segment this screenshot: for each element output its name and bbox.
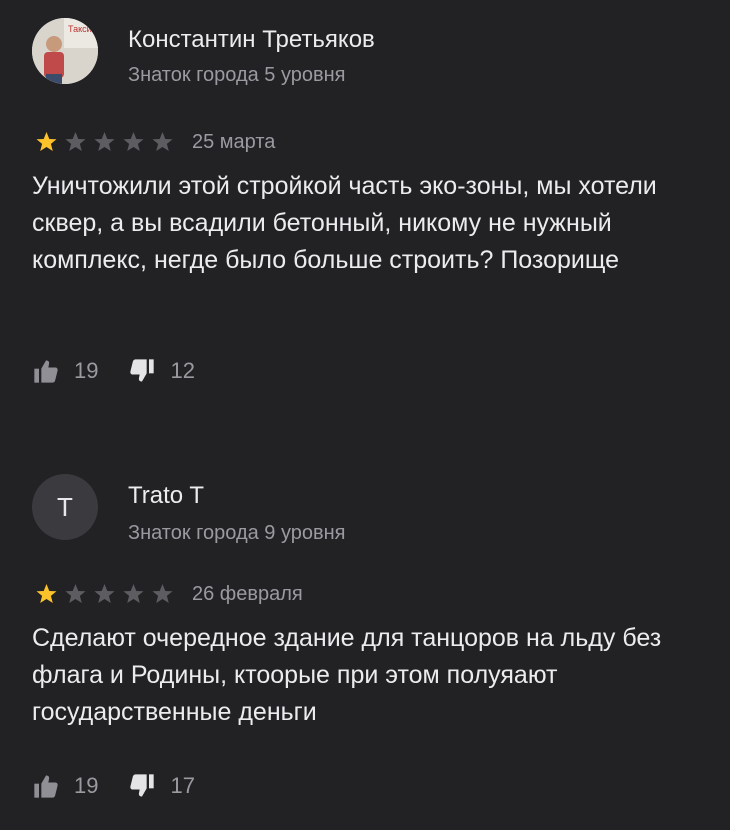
review-text: Уничтожили этой стройкой часть эко-зоны,…: [32, 172, 657, 274]
star-empty-icon: [152, 132, 173, 151]
star-empty-icon: [152, 584, 173, 603]
star-filled-icon: [36, 132, 57, 151]
star-empty-icon: [123, 132, 144, 151]
like-count: 19: [74, 358, 99, 383]
avatar-photo: Такси: [32, 18, 98, 84]
author-name[interactable]: Константин Третьяков: [128, 26, 375, 54]
review-text: Сделают очередное здание для танцоров на…: [32, 624, 662, 726]
star-empty-icon: [65, 584, 86, 603]
star-empty-icon: [94, 132, 115, 151]
rating-stars: [32, 583, 177, 605]
thumb-up-icon: [34, 775, 58, 798]
star-empty-icon: [65, 132, 86, 151]
avatar[interactable]: T: [32, 474, 98, 540]
dislike-count: 12: [170, 358, 195, 383]
like-button[interactable]: 19: [32, 357, 98, 385]
author-level: Знаток города 5 уровня: [128, 64, 346, 86]
star-filled-icon: [36, 584, 57, 603]
star-empty-icon: [123, 584, 144, 603]
star-empty-icon: [94, 584, 115, 603]
vote-bar: 19 17: [32, 772, 225, 800]
rating-stars: [32, 131, 177, 153]
vote-bar: 19 12: [32, 357, 225, 385]
dislike-button[interactable]: 12: [128, 357, 195, 385]
review-date: 26 февраля: [192, 583, 303, 605]
avatar[interactable]: Такси: [32, 18, 98, 84]
author-name[interactable]: Trato T: [128, 482, 204, 510]
like-count: 19: [74, 773, 99, 798]
thumb-down-icon: [130, 774, 155, 797]
svg-text:Такси: Такси: [68, 24, 92, 34]
thumb-up-icon: [34, 360, 58, 383]
like-button[interactable]: 19: [32, 772, 98, 800]
avatar-letter: T: [57, 491, 73, 522]
author-level: Знаток города 9 уровня: [128, 522, 346, 544]
review-date: 25 марта: [192, 131, 276, 153]
thumb-down-icon: [130, 359, 155, 382]
dislike-count: 17: [170, 773, 195, 798]
dislike-button[interactable]: 17: [128, 772, 195, 800]
